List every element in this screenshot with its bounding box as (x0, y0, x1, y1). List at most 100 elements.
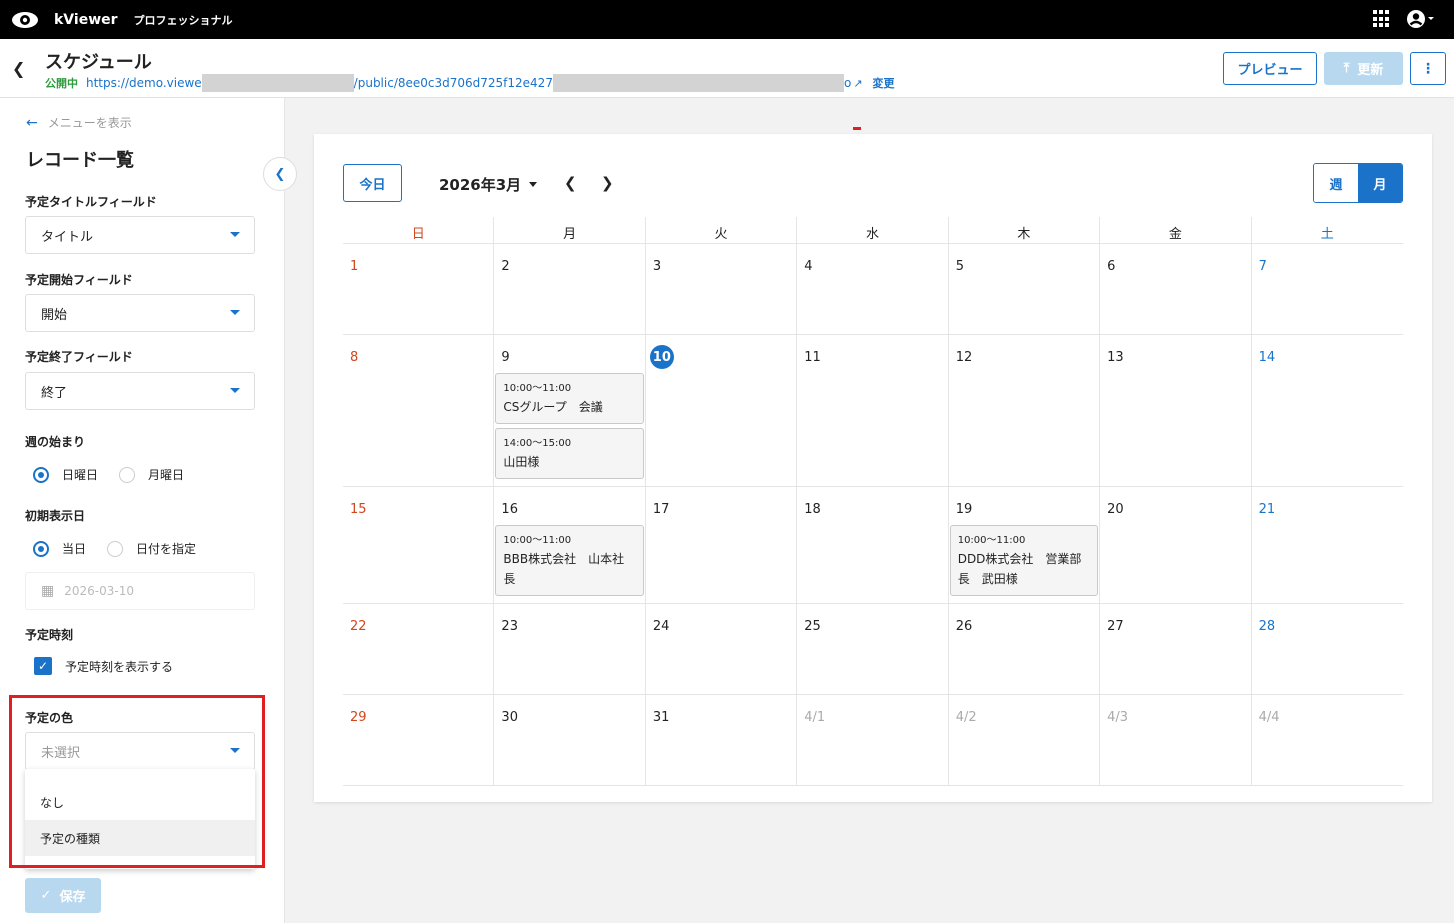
day-cell[interactable]: 4/2 (949, 695, 1101, 785)
settings-sidebar: ← メニューを表示 レコード一覧 予定タイトルフィールド タイトル 予定開始フィ… (0, 98, 285, 923)
show-event-time-checkbox[interactable]: ✓ 予定時刻を表示する (34, 657, 173, 675)
next-month-icon[interactable]: ❯ (601, 174, 614, 192)
day-cell[interactable]: 18 (797, 487, 949, 603)
event-card[interactable]: 14:00〜15:00 山田様 (495, 428, 644, 479)
day-cell[interactable]: 16 10:00〜11:00 BBB株式会社 山本社長 (494, 487, 646, 603)
day-cell[interactable]: 24 (646, 604, 798, 694)
account-menu[interactable] (1406, 8, 1436, 30)
initial-date-radio-group: 当日 日付を指定 (33, 540, 217, 557)
day-cell[interactable]: 23 (494, 604, 646, 694)
update-button[interactable]: ⤒ 更新 (1324, 52, 1403, 85)
start-field-select[interactable]: 開始 (25, 294, 255, 332)
preview-button[interactable]: プレビュー (1223, 52, 1317, 85)
public-url-suffix[interactable]: o (844, 76, 851, 90)
event-card[interactable]: 10:00〜11:00 DDD株式会社 営業部長 武田様 (949, 525, 1099, 596)
day-number: 15 (350, 501, 367, 517)
day-number: 7 (1258, 258, 1267, 274)
day-cell[interactable]: 3 (646, 244, 798, 334)
page-header: ❮ スケジュール 公開中 https://demo.viewe /public/… (0, 39, 1454, 98)
day-cell[interactable]: 10 (646, 335, 798, 486)
back-icon[interactable]: ❮ (12, 59, 25, 78)
day-cell[interactable]: 20 (1100, 487, 1252, 603)
day-number: 3 (652, 258, 662, 274)
initial-date-input[interactable]: ▦ 2026-03-10 (25, 572, 255, 610)
today-button[interactable]: 今日 (343, 164, 402, 202)
day-cell[interactable]: 22 (343, 604, 495, 694)
day-cell[interactable]: 7 (1252, 244, 1403, 334)
month-selector[interactable]: 2026年3月 (439, 174, 538, 195)
redacted-area (552, 74, 844, 92)
event-color-select[interactable]: 未選択 (25, 732, 255, 770)
day-cell[interactable]: 13 (1100, 335, 1252, 486)
show-menu-link[interactable]: ← メニューを表示 (26, 114, 132, 131)
day-cell[interactable]: 17 (646, 487, 798, 603)
event-time: 14:00〜15:00 (503, 438, 572, 449)
collapse-sidebar-button[interactable]: ❮ (263, 157, 297, 191)
view-month-button[interactable]: 月 (1358, 164, 1402, 202)
radio-today[interactable]: 当日 (33, 540, 86, 557)
public-url-middle[interactable]: /public/8ee0c3d706d725f12e427 (354, 76, 553, 90)
today-day-number: 10 (649, 345, 674, 369)
event-card[interactable]: 10:00〜11:00 CSグループ 会議 (495, 373, 644, 424)
radio-sunday[interactable]: 日曜日 (33, 466, 98, 483)
day-number: 5 (955, 258, 964, 274)
title-field-select[interactable]: タイトル (25, 216, 255, 254)
day-cell[interactable]: 19 10:00〜11:00 DDD株式会社 営業部長 武田様 (949, 487, 1101, 603)
current-month: 2026年3月 (439, 176, 522, 194)
day-cell[interactable]: 11 (797, 335, 949, 486)
change-url-link[interactable]: 変更 (873, 75, 895, 91)
redacted-area (201, 74, 354, 92)
day-cell[interactable]: 4/1 (797, 695, 949, 785)
radio-empty-icon (107, 540, 124, 557)
save-button[interactable]: ✓ 保存 (25, 878, 101, 913)
radio-specify-date[interactable]: 日付を指定 (107, 540, 196, 557)
week-row: 22 23 24 25 26 27 28 (343, 604, 1403, 695)
day-cell[interactable]: 31 (646, 695, 798, 785)
day-cell[interactable]: 4 (797, 244, 949, 334)
day-number: 4/3 (1107, 709, 1129, 725)
day-number: 31 (652, 709, 670, 725)
day-number: 16 (501, 501, 518, 517)
start-field-value: 開始 (41, 307, 68, 323)
day-cell[interactable]: 4/3 (1100, 695, 1252, 785)
end-field-select[interactable]: 終了 (25, 372, 255, 410)
apps-grid-icon[interactable] (1373, 10, 1391, 28)
day-cell[interactable]: 8 (343, 335, 495, 486)
day-cell[interactable]: 14 (1252, 335, 1403, 486)
eye-logo-icon[interactable] (10, 10, 40, 30)
day-number: 21 (1258, 501, 1276, 517)
event-card[interactable]: 10:00〜11:00 BBB株式会社 山本社長 (495, 525, 644, 596)
day-cell[interactable]: 2 (494, 244, 646, 334)
event-time: 10:00〜11:00 (503, 535, 572, 546)
external-link-icon[interactable]: ↗ (853, 77, 862, 90)
day-cell[interactable]: 1 (343, 244, 495, 334)
public-url-prefix[interactable]: https://demo.viewe (86, 76, 202, 90)
more-options-icon[interactable]: ⋮ (1410, 52, 1446, 85)
edition-label: プロフェッショナル (133, 13, 233, 27)
caret-down-icon (230, 748, 240, 753)
day-cell[interactable]: 9 10:00〜11:00 CSグループ 会議 14:00〜15:00 山田様 (494, 335, 646, 486)
radio-label: 月曜日 (148, 468, 185, 482)
day-cell[interactable]: 6 (1100, 244, 1252, 334)
day-cell[interactable]: 12 (949, 335, 1101, 486)
event-color-label: 予定の色 (25, 711, 74, 725)
day-number: 20 (1107, 501, 1124, 517)
radio-monday[interactable]: 月曜日 (119, 466, 184, 483)
dropdown-option-none[interactable]: なし (25, 784, 255, 820)
view-week-button[interactable]: 週 (1314, 164, 1358, 202)
day-cell[interactable]: 28 (1252, 604, 1403, 694)
radio-selected-icon (33, 540, 49, 557)
day-cell[interactable]: 27 (1100, 604, 1252, 694)
arrow-left-icon: ← (26, 114, 38, 131)
dropdown-option-event-type[interactable]: 予定の種類 (25, 820, 255, 856)
day-cell[interactable]: 25 (797, 604, 949, 694)
day-cell[interactable]: 4/4 (1252, 695, 1403, 785)
day-cell[interactable]: 21 (1252, 487, 1403, 603)
day-cell[interactable]: 15 (343, 487, 495, 603)
day-cell[interactable]: 30 (494, 695, 646, 785)
show-menu-label: メニューを表示 (47, 116, 132, 130)
day-cell[interactable]: 26 (949, 604, 1101, 694)
prev-month-icon[interactable]: ❮ (564, 174, 577, 192)
day-cell[interactable]: 5 (949, 244, 1101, 334)
day-cell[interactable]: 29 (343, 695, 495, 785)
